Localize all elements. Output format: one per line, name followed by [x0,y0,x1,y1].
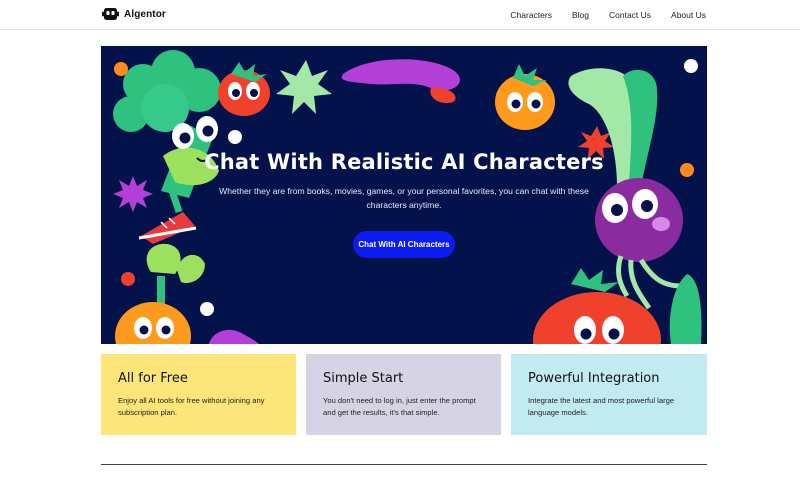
site-header: Algentor Characters Blog Contact Us Abou… [0,0,800,30]
chat-with-ai-characters-button[interactable]: Chat With AI Characters [353,231,455,258]
robot-face-icon [102,8,119,20]
feature-description: Integrate the latest and most powerful l… [528,396,675,417]
carrot-character [115,243,205,344]
star-green [276,60,332,114]
purple-blob-bottom [209,329,259,344]
feature-card-free: All for Free Enjoy all AI tools for free… [101,354,296,435]
dot-white [228,130,242,144]
nav-link-contact-us[interactable]: Contact Us [609,10,651,20]
dot-red [121,272,135,286]
red-blob [430,87,456,104]
nav-link-about-us[interactable]: About Us [671,10,706,20]
feature-description: Enjoy all AI tools for free without join… [118,396,265,417]
dot-orange [114,62,128,76]
star-purple [113,176,153,212]
brand-logo[interactable]: Algentor [102,7,166,21]
nav-link-blog[interactable]: Blog [572,10,589,20]
section-divider [101,464,707,465]
hero-subtitle: Whether they are from books, movies, gam… [219,186,589,210]
features-section: All for Free Enjoy all AI tools for free… [101,354,707,435]
feature-title: All for Free [118,371,188,386]
brand-name: Algentor [124,8,166,20]
main-nav: Characters Blog Contact Us About Us [510,10,706,20]
hero-banner: Chat With Realistic AI Characters Whethe… [101,46,707,344]
feature-description: You don't need to log in, just enter the… [323,396,476,417]
feature-card-simple-start: Simple Start You don't need to log in, j… [306,354,501,435]
hero-title: Chat With Realistic AI Characters [204,150,604,174]
feature-title: Simple Start [323,371,404,386]
dot-white [200,302,214,316]
orange-character [495,64,555,130]
purple-blob [341,59,461,91]
red-tomato-character [218,62,270,116]
nav-link-characters[interactable]: Characters [510,10,552,20]
broccoli-character [113,50,221,244]
dot-white [684,59,698,73]
feature-card-integration: Powerful Integration Integrate the lates… [511,354,707,435]
feature-title: Powerful Integration [528,371,660,386]
